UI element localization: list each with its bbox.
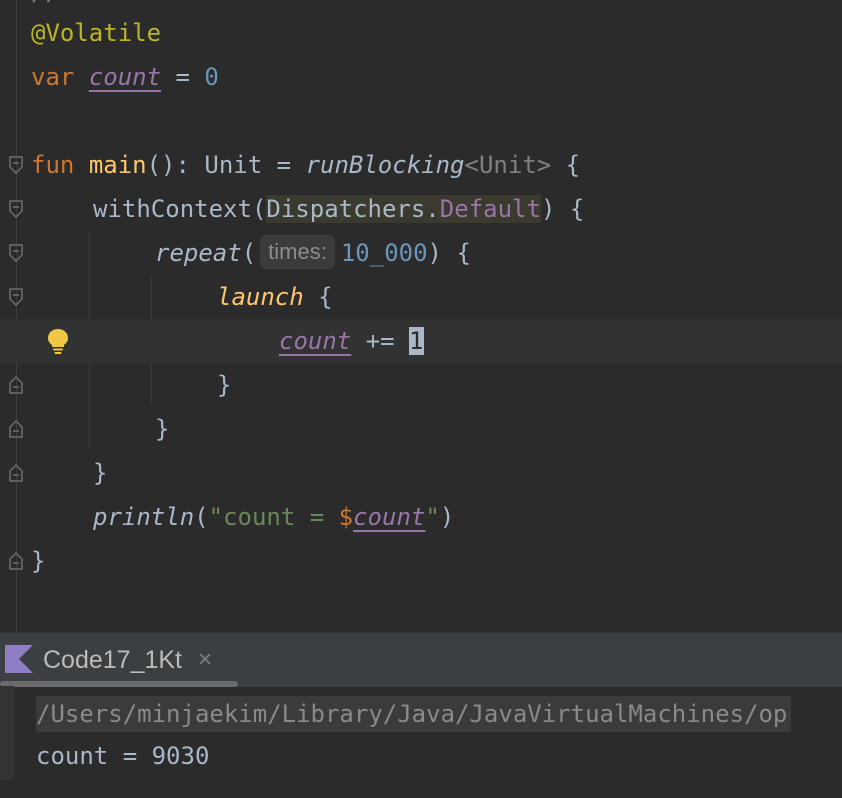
class-token: Dispatchers	[266, 195, 426, 223]
code-line[interactable]: fun main(): Unit = runBlocking<Unit> {	[0, 143, 842, 187]
run-tool-window: Code17_1Kt × /Users/minjaekim/Library/Ja…	[0, 632, 842, 780]
brace-token: }	[217, 371, 232, 399]
code-text: println("count = $count")	[93, 495, 454, 539]
fold-end-icon[interactable]	[8, 463, 24, 483]
operator-token: =	[161, 63, 205, 91]
code-text: fun main(): Unit = runBlocking<Unit> {	[31, 143, 580, 187]
code-line[interactable]: @Volatile	[0, 11, 842, 55]
program-output: count = 9030	[36, 742, 210, 770]
current-code-line[interactable]: count += 1	[0, 319, 842, 363]
run-tab-bar: Code17_1Kt ×	[0, 632, 842, 687]
property-token[interactable]: count	[279, 327, 351, 355]
console-gutter	[0, 686, 14, 780]
paren-token: )	[439, 503, 455, 531]
annotation-token: @Volatile	[31, 19, 162, 47]
code-line[interactable]: }	[0, 539, 842, 583]
brace-token: ) {	[540, 195, 585, 223]
brace-token: }	[31, 547, 46, 575]
operator-token: +=	[351, 327, 410, 355]
signature-token: (): Unit =	[146, 151, 306, 179]
fold-end-icon[interactable]	[8, 419, 24, 439]
code-line[interactable]: }	[0, 451, 842, 495]
fold-end-icon[interactable]	[8, 375, 24, 395]
with-context-call[interactable]: withContext(	[93, 195, 266, 223]
run-blocking-call[interactable]: runBlocking	[306, 151, 465, 179]
code-text: count += 1	[279, 319, 424, 363]
text-cursor-selection[interactable]: 1	[409, 327, 424, 355]
code-line[interactable]: repeat(times: 10_000) {	[0, 231, 842, 275]
string-token: "count =	[208, 503, 339, 531]
brace-token: {	[551, 151, 581, 179]
brace-token: }	[93, 459, 108, 487]
close-icon[interactable]: ×	[198, 633, 212, 687]
command-line[interactable]: /Users/minjaekim/Library/Java/JavaVirtua…	[36, 696, 792, 732]
number-token: 10_000	[340, 239, 428, 267]
paren-token: (	[194, 503, 209, 531]
fold-marker-icon[interactable]	[8, 287, 24, 307]
lightbulb-icon[interactable]	[46, 327, 70, 355]
repeat-call[interactable]: repeat	[155, 239, 242, 267]
code-line[interactable]: launch {	[0, 275, 842, 319]
code-line[interactable]: println("count = $count")	[0, 495, 842, 539]
fold-end-icon[interactable]	[8, 551, 24, 571]
paren-token: (	[241, 239, 257, 267]
fold-marker-icon[interactable]	[8, 155, 24, 175]
field-token: Default	[439, 195, 541, 223]
fold-marker-icon[interactable]	[8, 199, 24, 219]
code-text: @Volatile	[31, 11, 161, 55]
brace-token: {	[318, 283, 333, 311]
println-call[interactable]: println	[93, 503, 194, 531]
brace-token: ) {	[427, 239, 471, 267]
dispatchers-highlight[interactable]: Dispatchers.Default	[266, 195, 541, 223]
code-line[interactable]: var count = 0	[0, 55, 842, 99]
template-variable-token[interactable]: count	[353, 503, 425, 531]
code-text: withContext(Dispatchers.Default) {	[93, 187, 584, 231]
template-dollar-token: $	[338, 503, 354, 531]
fold-marker-icon[interactable]	[8, 243, 24, 263]
type-parameter-token: <Unit>	[464, 151, 552, 179]
function-name-token[interactable]: main	[89, 151, 147, 179]
run-tab-title[interactable]: Code17_1Kt	[43, 633, 182, 687]
property-token[interactable]: count	[89, 63, 161, 91]
code-line[interactable]: }	[0, 363, 842, 407]
number-token: 0	[204, 63, 219, 91]
code-line[interactable]: withContext(Dispatchers.Default) {	[0, 187, 842, 231]
code-text: launch {	[217, 275, 333, 319]
kotlin-logo-icon	[5, 645, 33, 673]
code-text: var count = 0	[31, 55, 219, 99]
keyword-token: fun	[31, 151, 75, 179]
code-line[interactable]: }	[0, 407, 842, 451]
string-token: "	[425, 503, 440, 531]
parameter-hint: times:	[260, 235, 335, 269]
launch-call[interactable]: launch	[217, 283, 304, 311]
brace-token: }	[155, 415, 170, 443]
console-output[interactable]: /Users/minjaekim/Library/Java/JavaVirtua…	[14, 686, 842, 780]
code-text: repeat(times: 10_000) {	[155, 231, 471, 275]
code-editor[interactable]: // @Volatile var count = 0 fun main(): U…	[0, 0, 842, 632]
dot-token: .	[425, 195, 440, 223]
keyword-token: var	[31, 63, 75, 91]
